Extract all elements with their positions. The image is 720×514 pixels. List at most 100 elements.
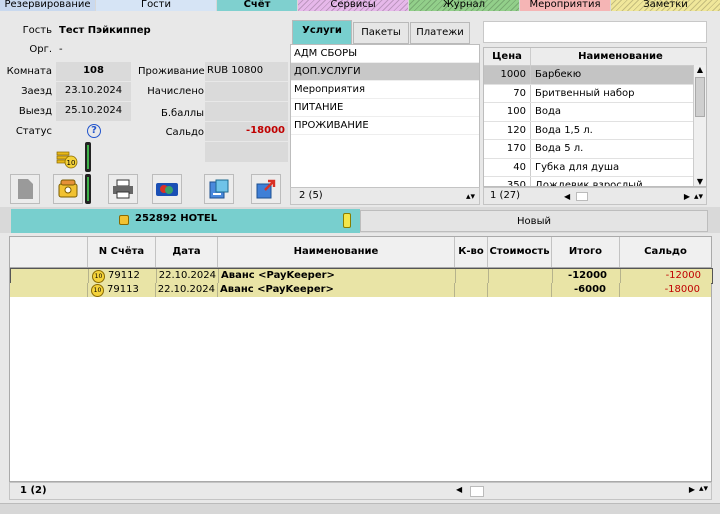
service-category-item[interactable]: ДОП.УСЛУГИ xyxy=(291,63,479,81)
cost-cell xyxy=(488,283,552,297)
price-row[interactable]: 120 Вода 1,5 л. xyxy=(484,121,693,140)
service-search-input[interactable] xyxy=(483,21,707,43)
name-cell: Вода 5 л. xyxy=(535,143,584,154)
coins-icon[interactable]: 10 xyxy=(54,146,80,170)
price-row[interactable]: 170 Вода 5 л. xyxy=(484,140,693,159)
departure-date: 25.10.2024 xyxy=(56,102,131,121)
cost-cell xyxy=(489,269,553,283)
col-header-invoice-number[interactable]: N Счёта xyxy=(88,237,156,267)
name-cell: Аванс <PayKeeper> xyxy=(218,283,455,297)
service-category-item[interactable]: Мероприятия xyxy=(291,81,479,99)
table-row[interactable]: 10 79113 22.10.2024 Аванс <PayKeeper> -60… xyxy=(10,283,711,297)
scroll-thumb[interactable] xyxy=(695,77,705,117)
service-category-list: АДМ СБОРЫ ДОП.УСЛУГИ Мероприятия ПИТАНИЕ… xyxy=(290,44,480,189)
service-category-item[interactable]: ПИТАНИЕ xyxy=(291,99,479,117)
name-cell: Вода 1,5 л. xyxy=(535,124,593,136)
account-tab-label: 252892 HOTEL xyxy=(135,213,218,224)
tab-services[interactable]: Сервисы xyxy=(298,0,408,11)
extra-field xyxy=(205,142,288,162)
price-grid-body: 1000 Барбекю 70 Бритвенный набор 100 Вода 1… xyxy=(484,66,693,186)
scroll-left-icon[interactable]: ◀ xyxy=(456,485,462,494)
transfer-icon[interactable] xyxy=(204,174,234,204)
tab-reservation[interactable]: Резервирование xyxy=(0,0,95,11)
tab-account[interactable]: Счёт xyxy=(217,0,297,11)
scroll-left-icon[interactable]: ◀ xyxy=(564,189,570,205)
qty-cell xyxy=(455,283,488,297)
service-category-item[interactable]: ПРОЖИВАНИЕ xyxy=(291,117,479,135)
stay-value: RUB 10800 xyxy=(205,62,288,81)
grid-row-count: 1 (2) xyxy=(20,485,47,496)
col-header-date[interactable]: Дата xyxy=(156,237,218,267)
hscroll-thumb[interactable] xyxy=(470,486,484,497)
price-cell: 40 xyxy=(484,158,531,176)
table-row[interactable]: 10 79112 22.10.2024 Аванс <PayKeeper> -12… xyxy=(10,268,713,284)
scroll-right-icon[interactable]: ▶ xyxy=(689,485,695,494)
price-cell: 170 xyxy=(484,140,531,158)
price-row[interactable]: 1000 Барбекю xyxy=(484,66,693,85)
col-header-balance[interactable]: Сальдо xyxy=(620,237,711,267)
invoice-cell: 10 79112 xyxy=(89,269,157,283)
col-header-name[interactable]: Наименование xyxy=(218,237,455,267)
scroll-right-icon[interactable]: ▶ xyxy=(684,189,690,205)
col-header-qty[interactable]: К-во xyxy=(455,237,488,267)
price-count: 1 (27) xyxy=(490,190,521,201)
name-cell: Бритвенный набор xyxy=(535,87,635,99)
col-header-total[interactable]: Итого xyxy=(552,237,620,267)
price-cell: 1000 xyxy=(484,66,531,84)
status-bar xyxy=(0,503,720,514)
bonus-value xyxy=(205,102,288,121)
spin-icon[interactable]: ▴▾ xyxy=(694,189,703,205)
room-label: Комната xyxy=(6,66,52,77)
scroll-down-icon[interactable]: ▼ xyxy=(694,177,706,186)
account-tab-new[interactable]: Новый xyxy=(360,210,708,232)
spin-icon[interactable]: ▴▾ xyxy=(699,484,708,494)
coin-badge-icon: 10 xyxy=(92,270,105,283)
status-help-icon[interactable]: ? xyxy=(87,124,101,138)
price-row[interactable]: 40 Губка для душа xyxy=(484,158,693,177)
balance-cell: -18000 xyxy=(664,284,700,295)
price-row[interactable]: 70 Бритвенный набор xyxy=(484,84,693,103)
guest-name[interactable]: Тест Пэйкиппер xyxy=(59,25,151,36)
scroll-up-icon[interactable]: ▲ xyxy=(694,65,706,74)
price-row[interactable]: 100 Вода xyxy=(484,103,693,122)
account-tab-active[interactable]: 252892 HOTEL xyxy=(11,209,360,233)
stay-label: Проживание xyxy=(138,66,205,77)
col-header-cost[interactable]: Стоимость xyxy=(488,237,552,267)
price-grid-scrollbar[interactable]: ▲ ▼ xyxy=(693,65,706,186)
col-header-marker[interactable] xyxy=(10,237,88,267)
price-row[interactable]: 350 Дождевик взрослый xyxy=(484,177,693,186)
total-cell: -6000 xyxy=(552,283,620,297)
tab-notes[interactable]: Заметки xyxy=(611,0,720,11)
coin-badge-icon: 10 xyxy=(91,284,104,297)
price-column-header[interactable]: Цена xyxy=(484,48,531,65)
phone-icon[interactable] xyxy=(53,174,83,204)
service-tabs: Услуги Пакеты Платежи xyxy=(290,20,480,44)
printer-icon[interactable] xyxy=(108,174,138,204)
indicator-bar-1 xyxy=(85,142,91,172)
tab-packages[interactable]: Пакеты xyxy=(353,22,409,44)
document-icon[interactable] xyxy=(10,174,40,204)
tab-journal[interactable]: Журнал xyxy=(409,0,519,11)
service-count: 2 (5) xyxy=(299,190,323,201)
tab-guests[interactable]: Гости xyxy=(96,0,216,11)
balance-label: Сальдо xyxy=(165,127,204,138)
account-transactions-grid: N Счёта Дата Наименование К-во Стоимость… xyxy=(9,236,713,482)
date-cell: 22.10.2024 xyxy=(157,269,219,283)
accrued-label: Начислено xyxy=(147,86,204,97)
room-value: 108 xyxy=(56,62,131,81)
hscroll-thumb[interactable] xyxy=(576,192,588,201)
arrival-date: 23.10.2024 xyxy=(56,82,131,101)
payment-card-icon[interactable] xyxy=(152,174,182,204)
spin-icon[interactable]: ▴▾ xyxy=(466,189,475,205)
tab-payments[interactable]: Платежи xyxy=(410,22,470,44)
name-column-header[interactable]: Наименование xyxy=(531,48,706,65)
price-cell: 70 xyxy=(484,84,531,102)
export-icon[interactable] xyxy=(251,174,281,204)
top-tab-bar: Резервирование Гости Счёт Сервисы Журнал… xyxy=(0,0,720,11)
guest-info-panel: Гость Тест Пэйкиппер Орг. - Комната 108 … xyxy=(0,11,290,209)
price-cell: 100 xyxy=(484,103,531,121)
tab-events[interactable]: Мероприятия xyxy=(520,0,610,11)
name-cell: Губка для душа xyxy=(535,161,620,173)
tab-services-list[interactable]: Услуги xyxy=(292,20,352,44)
service-category-item[interactable]: АДМ СБОРЫ xyxy=(291,45,479,63)
